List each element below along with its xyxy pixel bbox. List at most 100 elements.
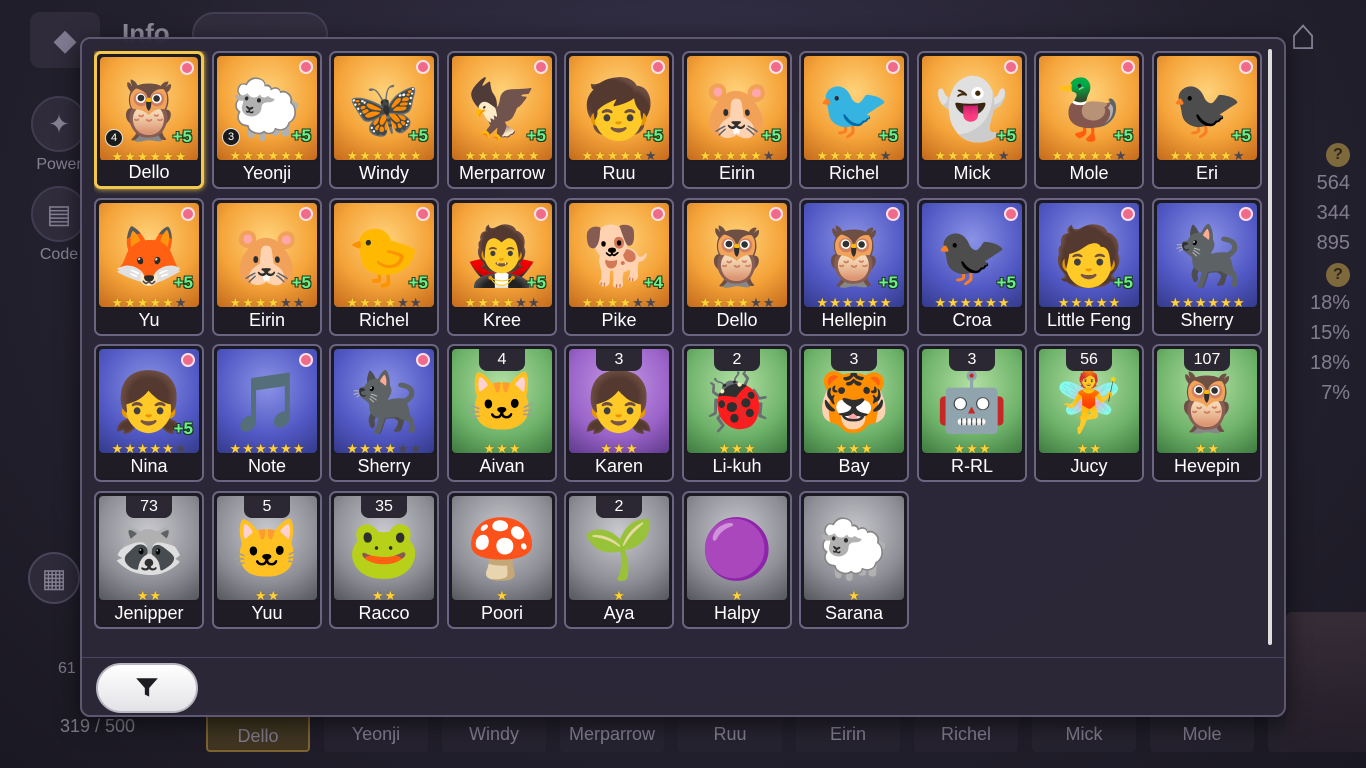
character-card[interactable]: 🦊 +5 ★ ★ ★ ★ ★ ★ Yu [94, 198, 204, 336]
favorite-pin-icon[interactable] [651, 60, 665, 74]
enhance-level: +5 [878, 273, 898, 292]
favorite-pin-icon[interactable] [886, 60, 900, 74]
character-name: Karen [566, 454, 672, 478]
duplicate-count: 5 [244, 496, 290, 518]
favorite-pin-icon[interactable] [769, 207, 783, 221]
character-name: Aivan [449, 454, 555, 478]
filter-button[interactable] [96, 663, 198, 713]
character-card[interactable]: 🦅 +5 ★ ★ ★ ★ ★ ★ Merparrow [447, 51, 557, 189]
duplicate-count: 3 [831, 349, 877, 371]
enhance-level: +4 [643, 273, 663, 292]
character-card[interactable]: 🦉 107 ★ ★ Hevepin [1152, 344, 1262, 482]
favorite-pin-icon[interactable] [886, 207, 900, 221]
roster-name[interactable]: Ruu [678, 712, 782, 752]
favorite-pin-icon[interactable] [180, 61, 194, 75]
character-card[interactable]: 🐤 +5 ★ ★ ★ ★ ★ ★ Richel [329, 198, 439, 336]
character-name: Sherry [331, 454, 437, 478]
back-icon: ◆ [53, 23, 77, 57]
character-card[interactable]: 🦆 +5 ★ ★ ★ ★ ★ ★ Mole [1034, 51, 1144, 189]
character-card[interactable]: 🧚 56 ★ ★ Jucy [1034, 344, 1144, 482]
character-card[interactable]: 👻 +5 ★ ★ ★ ★ ★ ★ Mick [917, 51, 1027, 189]
roster-name[interactable]: Richel [914, 712, 1018, 752]
character-card[interactable]: 🦉 +5 4 ★ ★ ★ ★ ★ ★ Dello [94, 51, 204, 189]
enhance-level: +5 [996, 273, 1016, 292]
roster-count: 319 / 500 [60, 716, 136, 736]
favorite-pin-icon[interactable] [769, 60, 783, 74]
character-card[interactable]: 🐸 35 ★ ★ Racco [329, 491, 439, 629]
character-card[interactable]: 🐯 3 ★ ★ ★ Bay [799, 344, 909, 482]
character-name: Croa [919, 308, 1025, 332]
character-card[interactable]: 🍄 ★ Poori [447, 491, 557, 629]
favorite-pin-icon[interactable] [181, 207, 195, 221]
character-name: Li-kuh [684, 454, 790, 478]
roster-card-eri[interactable] [1286, 612, 1366, 752]
character-card[interactable]: 👧 3 ★ ★ ★ Karen [564, 344, 674, 482]
character-card[interactable]: 🐦 +5 ★ ★ ★ ★ ★ ★ Richel [799, 51, 909, 189]
character-card[interactable]: 🐑 ★ Sarana [799, 491, 909, 629]
favorite-pin-icon[interactable] [651, 207, 665, 221]
favorite-pin-icon[interactable] [181, 353, 195, 367]
scrollbar[interactable] [1268, 49, 1272, 645]
favorite-pin-icon[interactable] [416, 207, 430, 221]
character-portrait: 🦆 +5 [1039, 56, 1139, 160]
roster-name[interactable]: Yeonji [324, 712, 428, 752]
favorite-pin-icon[interactable] [1121, 207, 1135, 221]
character-card[interactable]: 🐹 +5 ★ ★ ★ ★ ★ ★ Eirin [682, 51, 792, 189]
character-card[interactable]: 🧛 +5 ★ ★ ★ ★ ★ ★ Kree [447, 198, 557, 336]
favorite-pin-icon[interactable] [1004, 207, 1018, 221]
character-card[interactable]: 🧒 +5 ★ ★ ★ ★ ★ ★ Ruu [564, 51, 674, 189]
character-portrait: 👻 +5 [922, 56, 1022, 160]
roster-name[interactable]: Merparrow [560, 712, 664, 752]
character-card[interactable]: 🦝 73 ★ ★ Jenipper [94, 491, 204, 629]
favorite-pin-icon[interactable] [299, 207, 313, 221]
roster-name[interactable]: Mick [1032, 712, 1136, 752]
grid-view-button[interactable]: ▦ [28, 552, 80, 604]
roster-name[interactable]: Eirin [796, 712, 900, 752]
roster-name[interactable]: Windy [442, 712, 546, 752]
character-card[interactable]: 🤖 3 ★ ★ ★ R-RL [917, 344, 1027, 482]
question-icon[interactable]: ? [1326, 143, 1350, 167]
character-card[interactable]: 🦉 ★ ★ ★ ★ ★ ★ Dello [682, 198, 792, 336]
character-card[interactable]: 🌱 2 ★ Aya [564, 491, 674, 629]
character-card[interactable]: 🐈‍⬛ ★ ★ ★ ★ ★ ★ Sherry [1152, 198, 1262, 336]
left-value: 61 [58, 660, 76, 677]
character-portrait: 🐹 +5 [217, 203, 317, 307]
character-card[interactable]: 🐞 2 ★ ★ ★ Li-kuh [682, 344, 792, 482]
favorite-pin-icon[interactable] [1121, 60, 1135, 74]
roster-name[interactable]: Dello [206, 712, 310, 752]
character-art-icon: 🎵 [230, 370, 304, 436]
character-card[interactable]: 🐱 4 ★ ★ ★ Aivan [447, 344, 557, 482]
character-name: Yu [96, 308, 202, 332]
favorite-pin-icon[interactable] [416, 353, 430, 367]
favorite-pin-icon[interactable] [534, 207, 548, 221]
character-card[interactable]: 🟣 ★ Halpy [682, 491, 792, 629]
character-card[interactable]: 🐑 +5 3 ★ ★ ★ ★ ★ ★ Yeonji [212, 51, 322, 189]
favorite-pin-icon[interactable] [1004, 60, 1018, 74]
favorite-pin-icon[interactable] [416, 60, 430, 74]
favorite-pin-icon[interactable] [299, 353, 313, 367]
favorite-pin-icon[interactable] [534, 60, 548, 74]
character-card[interactable]: 🐱 5 ★ ★ Yuu [212, 491, 322, 629]
character-name: Eri [1154, 161, 1260, 185]
favorite-pin-icon[interactable] [1239, 60, 1253, 74]
character-card[interactable]: 🦋 +5 ★ ★ ★ ★ ★ ★ Windy [329, 51, 439, 189]
character-card[interactable]: 👧 +5 ★ ★ ★ ★ ★ ★ Nina [94, 344, 204, 482]
character-portrait: 🟣 [687, 496, 787, 600]
character-card[interactable]: 🦉 +5 ★ ★ ★ ★ ★ ★ Hellepin [799, 198, 909, 336]
character-card[interactable]: 🐕 +4 ★ ★ ★ ★ ★ ★ Pike [564, 198, 674, 336]
character-card[interactable]: 🐹 +5 ★ ★ ★ ★ ★ ★ Eirin [212, 198, 322, 336]
question-icon[interactable]: ? [1326, 263, 1350, 287]
character-card[interactable]: 🧑 +5 ★ ★ ★ ★ ★ Little Feng [1034, 198, 1144, 336]
character-portrait: 🦅 +5 [452, 56, 552, 160]
character-card[interactable]: 🐦‍⬛ +5 ★ ★ ★ ★ ★ ★ Eri [1152, 51, 1262, 189]
character-card[interactable]: 🐦‍⬛ +5 ★ ★ ★ ★ ★ ★ Croa [917, 198, 1027, 336]
character-card[interactable]: 🐈‍⬛ ★ ★ ★ ★ ★ ★ Sherry [329, 344, 439, 482]
favorite-pin-icon[interactable] [1239, 207, 1253, 221]
character-name: Racco [331, 601, 437, 625]
character-card[interactable]: 🎵 ★ ★ ★ ★ ★ ★ Note [212, 344, 322, 482]
favorite-pin-icon[interactable] [299, 60, 313, 74]
character-art-icon: 🍄 [465, 517, 539, 583]
character-art-icon: 🧚 [1052, 370, 1126, 436]
character-art-icon: 🌱 [582, 517, 656, 583]
roster-name[interactable]: Mole [1150, 712, 1254, 752]
